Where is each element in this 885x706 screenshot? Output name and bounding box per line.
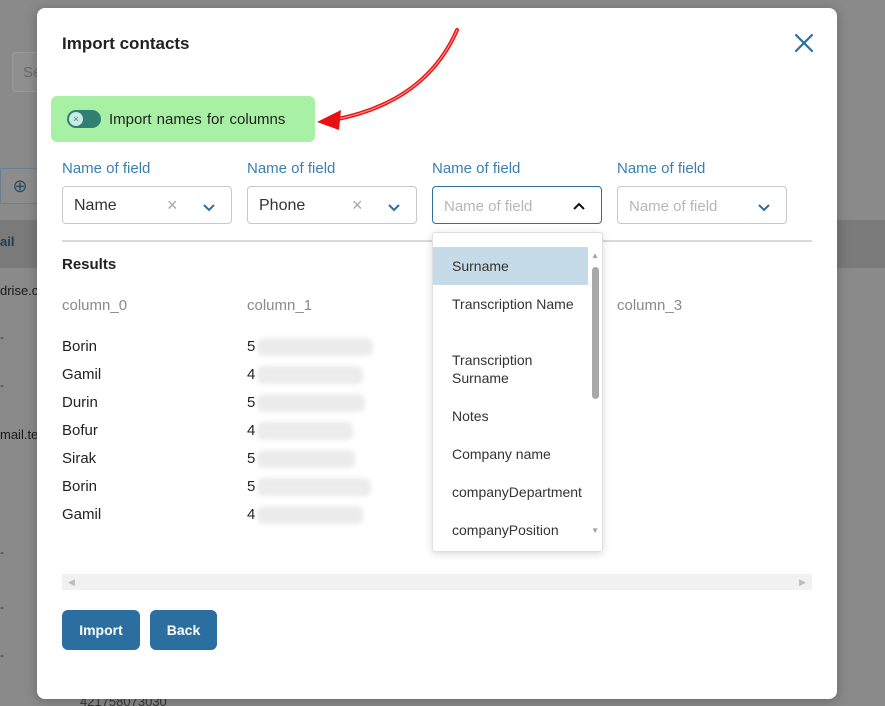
dropdown-option[interactable]: companyPosition [433,521,588,541]
back-button[interactable]: Back [150,610,217,650]
result-cell-name: Borin [62,478,98,495]
dropdown-option[interactable]: Transcription Name [433,295,588,333]
close-button[interactable] [791,30,817,56]
field-select-group: Name of field Name of field [432,160,602,224]
background-dash: - [0,600,4,614]
background-column-email: ail [0,234,15,249]
clear-icon[interactable]: × [352,195,363,216]
field-options-dropdown: Surname Transcription Name Transcription… [432,232,603,552]
dropdown-option[interactable]: Transcription Surname [433,351,588,389]
field-label: Name of field [432,160,521,177]
scroll-down-icon[interactable]: ▼ [591,526,599,535]
field-select[interactable]: Phone × [247,186,417,224]
redacted-value [257,478,371,496]
background-row-text: drise.c [0,283,39,298]
result-cell-name: Durin [62,394,98,411]
toggle-x-icon: × [69,112,83,126]
field-label: Name of field [617,160,706,177]
field-select-placeholder: Name of field [629,198,718,215]
result-cell-phone: 4 [247,506,256,523]
chevron-down-icon[interactable] [200,198,218,216]
background-dash: - [0,545,4,559]
field-select[interactable]: Name of field [432,186,602,224]
result-cell-name: Gamil [62,366,102,383]
import-contacts-dialog: Import contacts × Import names for colum… [37,8,837,699]
result-cell-name: Borin [62,338,98,355]
plus-circle-icon: ⊕ [12,175,28,196]
redacted-value [257,450,355,468]
field-select-group: Name of field Phone × [247,160,417,224]
field-label: Name of field [247,160,336,177]
annotation-arrow-icon [317,28,459,130]
chevron-down-icon[interactable] [755,198,773,216]
field-select-group: Name of field Name × [62,160,232,224]
field-select-value: Phone [259,197,306,214]
result-cell-phone: 4 [247,422,256,439]
chevron-up-icon[interactable] [570,198,588,216]
redacted-value [257,366,363,384]
column-header: column_0 [62,297,128,314]
close-icon [794,33,814,53]
scroll-left-icon[interactable]: ◀ [68,577,75,588]
redacted-value [257,338,373,356]
dropdown-option[interactable]: Surname [433,247,588,285]
dropdown-option[interactable]: Company name [433,445,588,465]
clear-icon[interactable]: × [167,195,178,216]
result-cell-phone: 4 [247,366,256,383]
field-label: Name of field [62,160,151,177]
result-cell-phone: 5 [247,478,256,495]
dropdown-scroll-thumb[interactable] [592,267,599,399]
result-cell-phone: 5 [247,338,256,355]
redacted-value [257,422,353,440]
redacted-value [257,394,365,412]
field-select-group: Name of field Name of field [617,160,787,224]
result-cell-name: Gamil [62,506,102,523]
result-cell-phone: 5 [247,394,256,411]
import-names-toggle-row: × Import names for columns [51,96,315,142]
import-names-toggle[interactable]: × [67,110,101,128]
redacted-value [257,506,363,524]
import-button[interactable]: Import [62,610,140,650]
horizontal-scrollbar[interactable]: ◀ ▶ [62,574,812,590]
result-cell-name: Sirak [62,450,97,467]
background-dash: - [0,378,4,392]
field-select[interactable]: Name × [62,186,232,224]
scroll-right-icon[interactable]: ▶ [799,577,806,588]
field-select[interactable]: Name of field [617,186,787,224]
dropdown-option[interactable]: Notes [433,407,588,427]
toggle-label: Import names for columns [109,110,286,128]
scroll-up-icon[interactable]: ▲ [591,251,599,260]
chevron-down-icon[interactable] [385,198,403,216]
results-title: Results [62,256,117,273]
result-cell-phone: 5 [247,450,256,467]
column-header: column_3 [617,297,683,314]
dropdown-option[interactable]: companyDepartment [433,483,588,503]
background-row-text: mail.te [0,427,39,442]
field-select-value: Name [74,197,117,214]
background-dash: - [0,330,4,344]
background-add-button: ⊕ [0,168,40,204]
result-cell-name: Bofur [62,422,98,439]
dialog-title: Import contacts [62,34,190,53]
field-select-placeholder: Name of field [444,198,533,215]
column-header: column_1 [247,297,313,314]
background-dash: - [0,648,4,662]
